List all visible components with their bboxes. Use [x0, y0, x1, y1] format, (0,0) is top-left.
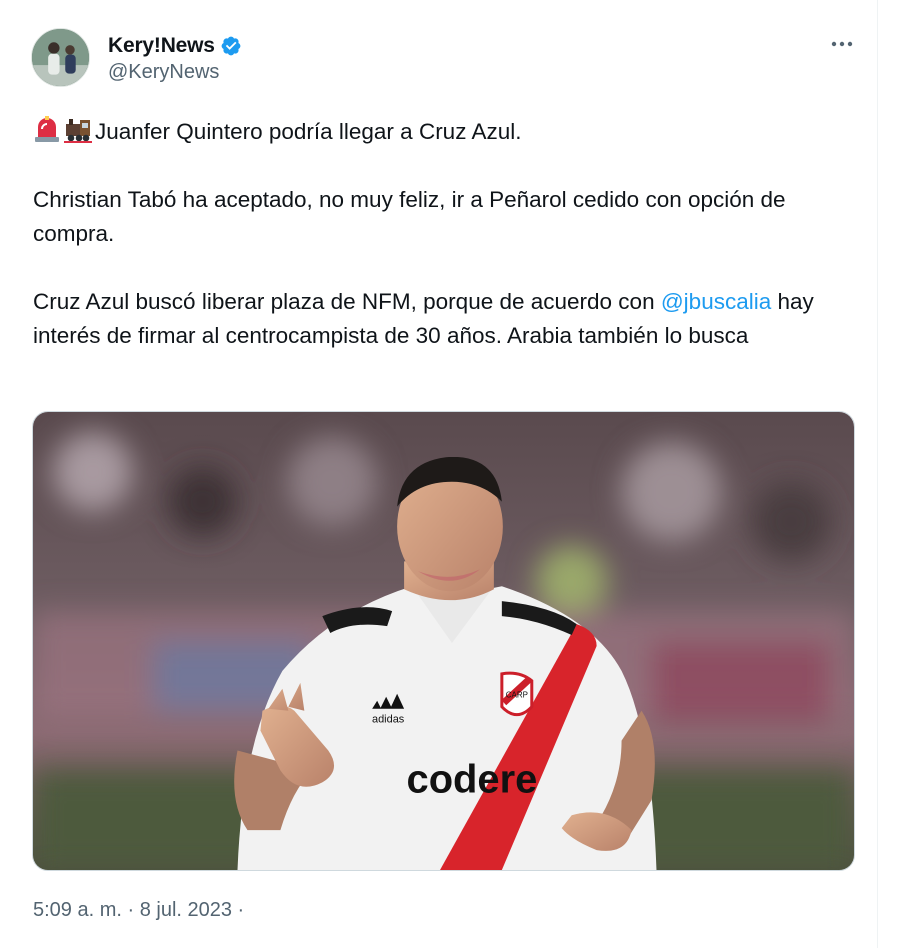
crest-text: CARP — [506, 691, 528, 700]
verified-badge-icon — [221, 36, 241, 56]
paragraph-3-before: Cruz Azul buscó liberar plaza de NFM, po… — [33, 289, 661, 314]
tweet-media-photo[interactable]: CARP adidas codere — [32, 411, 855, 871]
rotating-light-icon — [35, 116, 59, 142]
tweet-paragraph-3: Cruz Azul buscó liberar plaza de NFM, po… — [33, 285, 863, 353]
locomotive-icon — [64, 119, 92, 143]
mention-link[interactable]: @jbuscalia — [661, 289, 771, 314]
author-avatar[interactable] — [31, 28, 90, 87]
tweet-timestamp[interactable]: 5:09 a. m. · 8 jul. 2023 · — [33, 899, 244, 922]
tweet-line-1: Juanfer Quintero podría llegar a Cruz Az… — [33, 115, 863, 149]
author-handle[interactable]: @KeryNews — [108, 61, 219, 84]
avatar-photo-icon — [32, 29, 89, 86]
sponsor-text: codere — [407, 757, 538, 801]
more-options-icon[interactable] — [827, 32, 857, 56]
column-divider — [877, 0, 878, 948]
tweet-header: Kery!News @KeryNews — [31, 28, 861, 90]
kit-brand-text: adidas — [372, 714, 405, 726]
tweet-text: Juanfer Quintero podría llegar a Cruz Az… — [33, 115, 863, 353]
tweet-paragraph-2: Christian Tabó ha aceptado, no muy feliz… — [33, 187, 786, 246]
tweet-line-1-text: Juanfer Quintero podría llegar a Cruz Az… — [95, 119, 522, 144]
author-display-name[interactable]: Kery!News — [108, 34, 215, 58]
player-photo: CARP adidas codere — [33, 412, 854, 870]
